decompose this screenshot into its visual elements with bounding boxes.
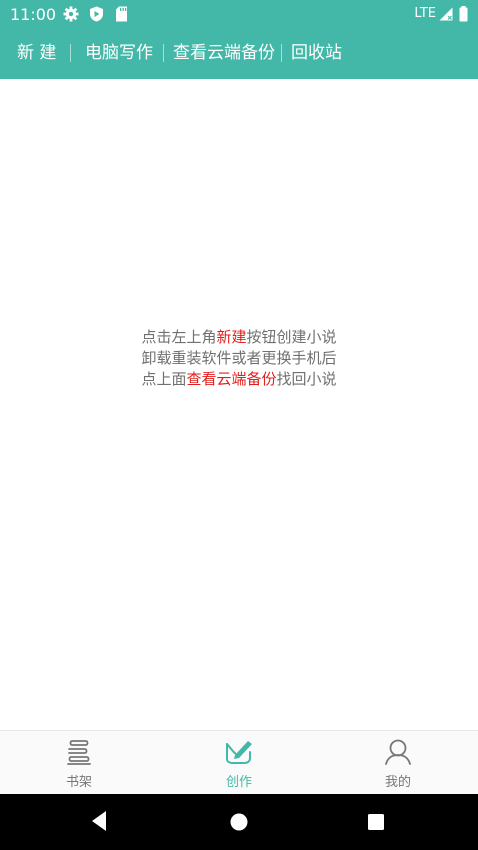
toolbar-divider — [70, 44, 71, 62]
desktop-writing-button[interactable]: 电脑写作 — [85, 42, 153, 64]
recents-icon[interactable] — [367, 813, 385, 831]
top-toolbar: 新 建 电脑写作 查看云端备份 回收站 — [0, 28, 478, 79]
system-nav-bar — [0, 794, 478, 850]
status-bar: 11:00 LTE — [0, 0, 478, 28]
back-icon[interactable] — [90, 810, 108, 832]
new-button[interactable]: 新 建 — [17, 42, 56, 64]
play-protect-icon — [90, 6, 103, 22]
hint-line-3: 点上面查看云端备份找回小说 — [141, 370, 337, 388]
status-time: 11:00 — [10, 5, 57, 24]
tab-bookshelf-label: 书架 — [65, 775, 92, 790]
bottom-tab-bar: 书架 创作 我的 — [0, 730, 478, 794]
hint-line-1: 点击左上角新建按钮创建小说 — [141, 328, 337, 346]
empty-hint: 点击左上角新建按钮创建小说 卸载重装软件或者更换手机后 点上面查看云端备份找回小… — [0, 327, 478, 390]
recycle-bin-button[interactable]: 回收站 — [291, 42, 342, 64]
tab-create-label: 创作 — [225, 775, 252, 790]
profile-icon — [385, 739, 411, 765]
tab-profile-label: 我的 — [384, 775, 411, 790]
bookshelf-icon — [67, 740, 91, 765]
hint-line-2: 卸载重装软件或者更换手机后 — [141, 349, 337, 367]
hint-highlight-new: 新建 — [216, 328, 247, 346]
tab-profile[interactable]: 我的 — [338, 731, 458, 795]
tab-bookshelf[interactable]: 书架 — [19, 731, 139, 795]
battery-icon — [459, 6, 468, 22]
network-type: LTE — [414, 6, 436, 21]
gear-icon — [63, 6, 79, 22]
home-icon[interactable] — [229, 812, 249, 832]
write-icon — [226, 741, 252, 764]
cloud-backup-button[interactable]: 查看云端备份 — [173, 42, 275, 64]
main-content: 点击左上角新建按钮创建小说 卸载重装软件或者更换手机后 点上面查看云端备份找回小… — [0, 79, 478, 730]
toolbar-divider — [281, 44, 282, 62]
signal-icon — [439, 7, 453, 21]
hint-highlight-cloud-backup: 查看云端备份 — [186, 370, 277, 388]
toolbar-divider — [163, 44, 164, 62]
sd-card-icon — [116, 6, 127, 22]
tab-create[interactable]: 创作 — [179, 731, 299, 795]
